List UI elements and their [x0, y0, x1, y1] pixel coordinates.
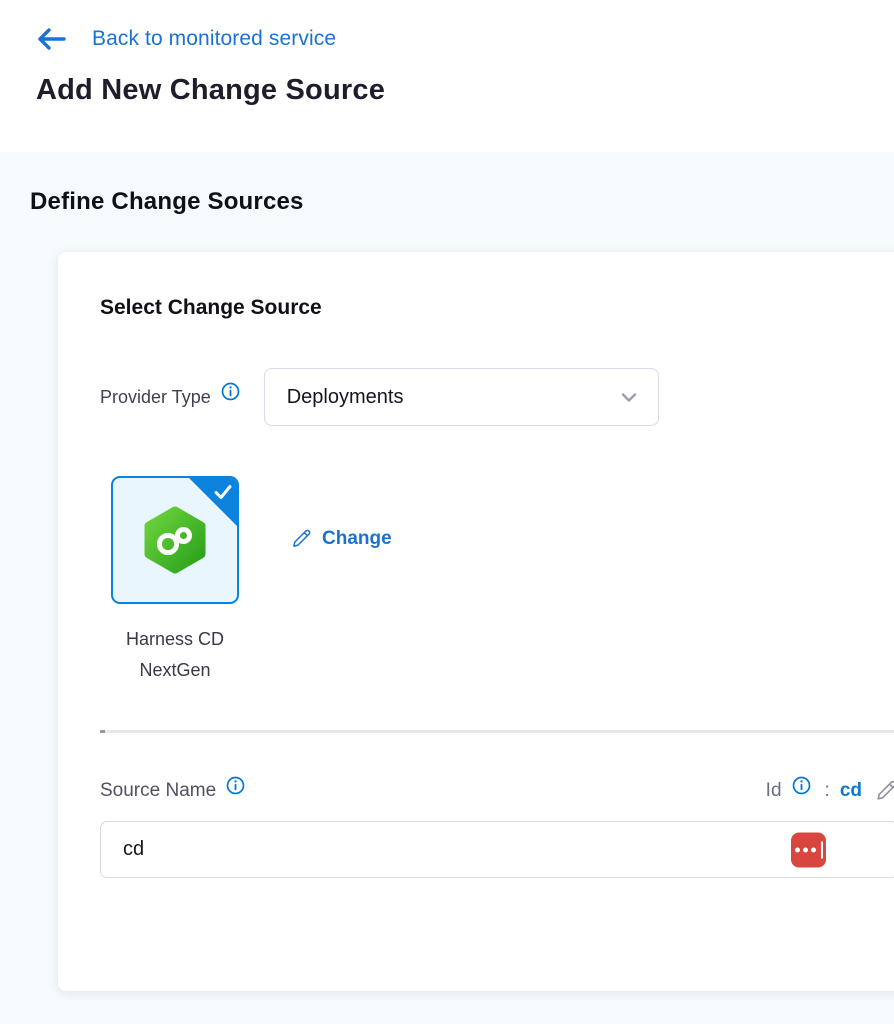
pencil-icon — [290, 528, 312, 550]
section-heading: Define Change Sources — [30, 188, 894, 216]
source-name-row: Source Name Id — [100, 779, 894, 803]
change-link-label: Change — [322, 528, 392, 550]
source-name-label: Source Name — [100, 780, 216, 802]
id-value: cd — [840, 780, 862, 802]
info-icon[interactable] — [221, 382, 240, 401]
id-separator: : — [825, 780, 830, 802]
change-provider-link[interactable]: Change — [290, 528, 392, 550]
provider-type-row: Provider Type Deployments — [100, 368, 894, 426]
page-title: Add New Change Source — [36, 74, 894, 107]
info-icon[interactable] — [226, 776, 245, 795]
harness-cd-logo-icon — [141, 504, 209, 576]
provider-type-selected: Deployments — [287, 386, 404, 409]
source-name-input-wrap — [100, 821, 894, 878]
dot — [811, 847, 816, 852]
cursor-bar — [821, 841, 823, 858]
source-name-input[interactable] — [100, 821, 894, 878]
password-manager-autofill-icon[interactable] — [791, 832, 826, 867]
back-link[interactable]: Back to monitored service — [36, 26, 336, 52]
back-arrow-icon — [36, 26, 66, 52]
provider-tile-harness-cd-nextgen[interactable] — [111, 476, 239, 604]
provider-name-line1: Harness CD — [126, 624, 224, 655]
info-icon[interactable] — [792, 776, 811, 795]
define-change-sources-section: Define Change Sources Select Change Sour… — [0, 152, 894, 991]
card-heading: Select Change Source — [100, 296, 894, 320]
edit-id-pencil-icon[interactable] — [874, 779, 894, 803]
dot — [803, 847, 808, 852]
chevron-down-icon — [618, 386, 640, 408]
id-label: Id — [766, 780, 782, 802]
provider-type-dropdown[interactable]: Deployments — [264, 368, 659, 426]
page-header: Back to monitored service Add New Change… — [0, 0, 894, 152]
provider-tile-caption: Harness CD NextGen — [126, 624, 224, 686]
dot — [795, 847, 800, 852]
divider — [100, 730, 894, 733]
provider-name-line2: NextGen — [126, 655, 224, 686]
back-link-label: Back to monitored service — [92, 27, 336, 51]
provider-type-label: Provider Type — [100, 387, 211, 408]
identifier-group: Id : cd — [766, 779, 894, 803]
change-source-card: Select Change Source Provider Type Deplo… — [58, 252, 894, 991]
provider-tile-row: Harness CD NextGen Change — [100, 476, 894, 686]
